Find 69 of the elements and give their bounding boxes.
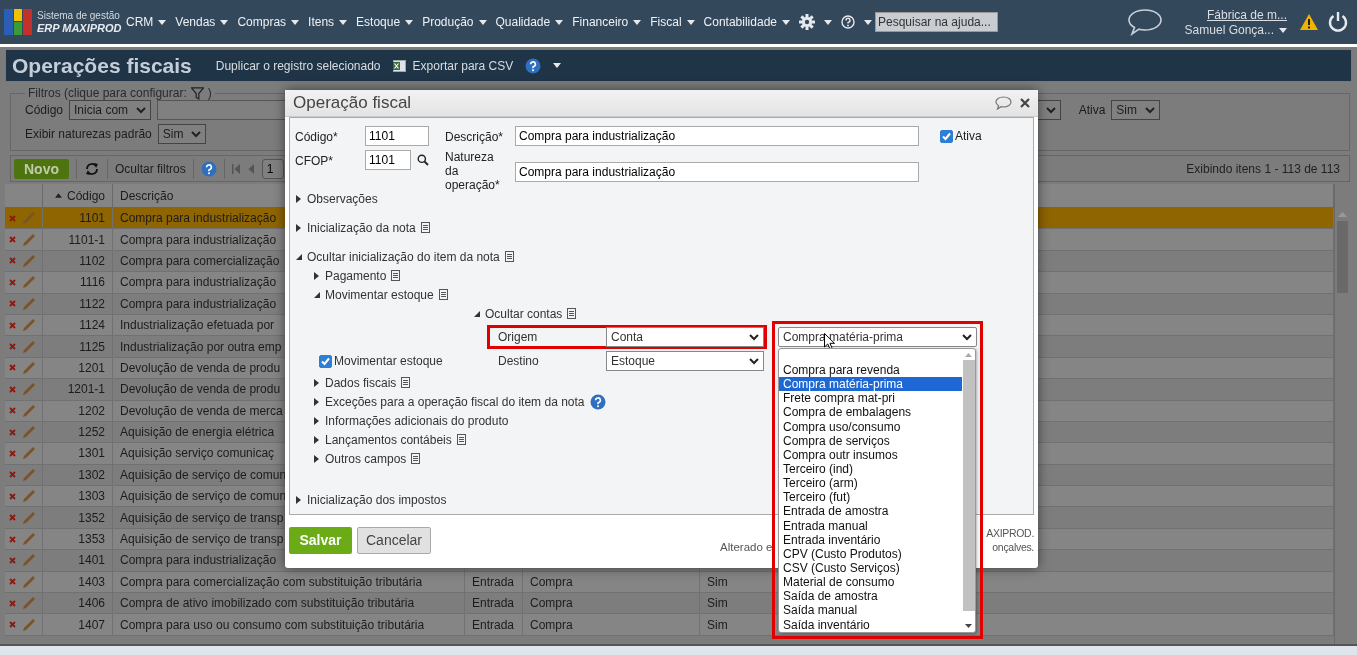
table-cell: Compra para uso ou consumo com substituição tributária	[120, 617, 425, 632]
filters-legend-end: )	[207, 86, 212, 100]
table-cell: 1352	[78, 510, 105, 525]
table-cell: Entrada	[472, 574, 515, 589]
table-cell: 1303	[78, 489, 105, 504]
field-label: Descrição*	[445, 129, 505, 144]
origin-label: Origem	[497, 330, 539, 344]
table-cell: 1116	[80, 275, 105, 290]
table-cell: 1102	[79, 253, 105, 268]
table-cell: 1301	[78, 446, 105, 461]
table-cell: 1125	[79, 339, 105, 354]
product-name: ERP MAXIPROD	[37, 22, 122, 34]
table-cell: Devolução de venda de merca	[120, 403, 283, 418]
table-cell: Devolução de venda de produ	[120, 382, 281, 397]
table-cell: Compra para industrialização	[120, 211, 277, 226]
table-cell: Compra	[530, 617, 573, 632]
system-label: Sistema de gestão	[37, 10, 121, 22]
filter-label: Exibir naturezas padrão	[25, 127, 152, 141]
audit-text: onçalves.	[992, 540, 1034, 554]
table-cell: 1201	[78, 360, 105, 375]
table-cell: Compra para industrialização	[120, 553, 277, 568]
table-cell: 1406	[78, 596, 105, 611]
table-cell: Compra para comercialização com substituição tributária	[120, 574, 423, 589]
table-cell: 1401	[78, 553, 105, 568]
field-label: Natureza da operação*	[445, 150, 501, 192]
field-label: CFOP*	[295, 153, 334, 168]
table-cell: Aquisição de serviço de transp	[120, 510, 284, 525]
table-cell: Compra para comercialização	[120, 253, 280, 268]
audit-text: Alterado e	[720, 540, 773, 554]
audit-text: AXIPROD.	[986, 526, 1034, 540]
checkbox-label: Movimentar estoque	[334, 354, 443, 368]
table-cell: Industrialização por outra emp	[120, 339, 282, 354]
filter-label: Código	[25, 103, 64, 117]
table-cell: Compra para industrialização	[120, 232, 277, 247]
table-cell: Sim	[707, 596, 728, 611]
table-cell: Aquisição de serviço de transp	[120, 532, 284, 547]
table-cell: Sim	[707, 617, 728, 632]
filter-label: Ativa	[1078, 103, 1106, 117]
table-cell: Entrada	[472, 596, 515, 611]
table-cell: 1101-1	[68, 232, 105, 247]
dialog-title: Operação fiscal	[293, 93, 412, 113]
field-label: Código*	[295, 129, 339, 144]
pager-summary: Exibindo itens 1 - 113 de 113	[1186, 161, 1340, 176]
table-cell: Compra	[530, 596, 573, 611]
table-cell: 1202	[78, 403, 105, 418]
table-cell: 1353	[78, 532, 105, 547]
table-cell: Compra de ativo imobilizado com substituição tributária	[120, 596, 415, 611]
table-cell: Sim	[707, 574, 728, 589]
table-cell: Compra para industrialização	[120, 296, 277, 311]
table-cell: Devolução de venda de produ	[120, 360, 281, 375]
page-title: Operações fiscais	[12, 53, 192, 78]
table-cell: 1302	[78, 467, 105, 482]
table-cell: Aquisição de serviço de comun	[120, 489, 287, 504]
table-cell: Aquisição de serviço de comun	[120, 467, 287, 482]
destination-label: Destino	[497, 354, 540, 368]
table-cell: Aquisição de energia elétrica	[120, 425, 275, 440]
table-cell: Entrada	[472, 617, 515, 632]
table-cell: Aquisição serviço comunicaç	[120, 446, 275, 461]
table-cell: 1201-1	[67, 382, 105, 397]
table-cell: Industrialização efetuada por	[120, 318, 275, 333]
table-cell: Compra	[530, 574, 573, 589]
checkbox-label: Ativa	[955, 129, 982, 143]
table-cell: 1407	[78, 617, 105, 632]
table-cell: 1403	[78, 574, 105, 589]
table-cell: 1124	[79, 318, 105, 333]
table-cell: 1252	[78, 425, 105, 440]
table-cell: Compra para industrialização	[120, 275, 277, 290]
table-cell: 1101	[79, 211, 105, 226]
table-cell: 1122	[79, 296, 105, 311]
